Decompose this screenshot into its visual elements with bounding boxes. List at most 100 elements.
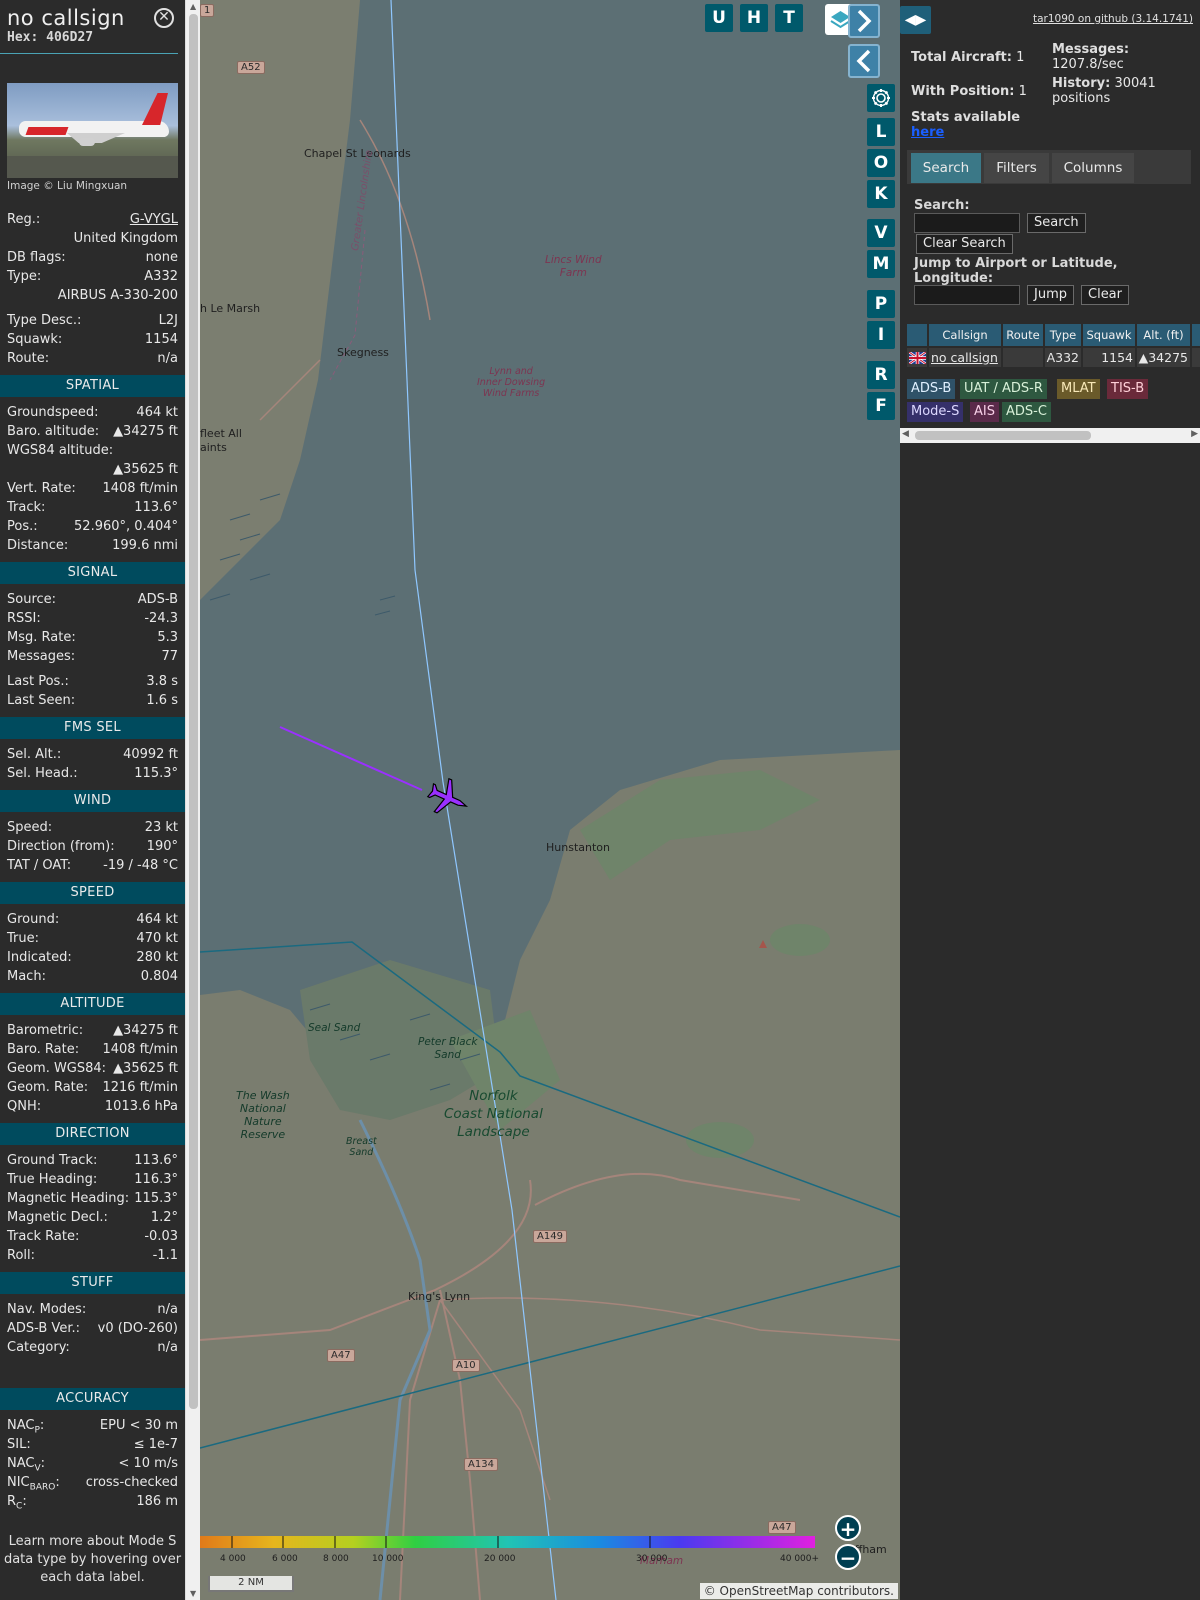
table-header-callsign[interactable]: Callsign [929, 324, 1001, 346]
toggle-button-o[interactable]: O [867, 149, 895, 177]
toggle-button-h[interactable]: H [740, 4, 768, 32]
source-badge-adsb[interactable]: ADS-B [907, 379, 956, 399]
info-row-baro-rate: Baro. Rate: 1408 ft/min [7, 1042, 178, 1057]
table-header-alt[interactable]: Alt. (ft) [1137, 324, 1190, 346]
clear-jump-button[interactable]: Clear [1081, 285, 1129, 305]
info-row-true-heading: True Heading: 116.3° [7, 1172, 178, 1187]
expand-sidebar-button[interactable] [848, 4, 880, 38]
info-panel-scrollbar[interactable]: ▲ ▼ [185, 0, 200, 1600]
source-badge-modes[interactable]: Mode-S [907, 402, 964, 422]
toggle-button-u[interactable]: U [705, 4, 733, 32]
table-row-flag[interactable] [907, 348, 927, 367]
gear-icon[interactable] [867, 84, 895, 112]
toggle-button-f[interactable]: F [867, 392, 895, 420]
search-input[interactable] [914, 213, 1020, 233]
source-badge-uat[interactable]: UAT / ADS-R [960, 379, 1047, 399]
tab-search[interactable]: Search [911, 153, 981, 183]
toggle-button-r[interactable]: R [867, 361, 895, 389]
toggle-button-l[interactable]: L [867, 118, 895, 146]
info-row-barometric: Barometric: ▲34275 ft [7, 1023, 178, 1038]
fms-rows: Sel. Alt.: 40992 ft Sel. Head.: 115.3° [0, 745, 185, 783]
map-label-fleet: fleet All aints [200, 427, 242, 454]
info-row-baro-alt: Baro. altitude: ▲34275 ft [7, 424, 178, 439]
toggle-split-button[interactable]: ◀▶ [900, 6, 931, 34]
scroll-right-icon[interactable]: ▶ [1191, 429, 1198, 439]
toggle-button-i[interactable]: I [867, 321, 895, 349]
search-button[interactable]: Search [1027, 213, 1086, 233]
table-row-route[interactable] [1003, 348, 1043, 367]
map-label-le-marsh: h Le Marsh [200, 302, 261, 315]
github-link[interactable]: tar1090 on github (3.14.1741) [1033, 13, 1193, 25]
info-row-distance: Distance: 199.6 nmi [7, 538, 178, 553]
table-row-type[interactable]: A332 [1045, 348, 1081, 367]
info-row-geom-rate: Geom. Rate: 1216 ft/min [7, 1080, 178, 1095]
info-row-wgs84-label: WGS84 altitude: [7, 443, 114, 458]
jump-input[interactable] [914, 285, 1020, 305]
toggle-button-m[interactable]: M [867, 250, 895, 278]
info-row-track-rate: Track Rate: -0.03 [7, 1229, 178, 1244]
wind-rows: Speed: 23 kt Direction (from): 190° TAT / … [0, 818, 185, 875]
stats-link-wrap[interactable]: here [911, 125, 944, 140]
zoom-out-button[interactable]: − [835, 1544, 861, 1570]
altitude-color-legend [200, 1536, 815, 1548]
scroll-left-icon[interactable]: ◀ [902, 429, 909, 439]
table-row-squawk[interactable]: 1154 [1083, 348, 1135, 367]
source-badge-adsc[interactable]: ADS-C [1002, 402, 1051, 422]
info-row-pos: Pos.: 52.960°, 0.404° [7, 519, 178, 534]
h-scrollbar-thumb[interactable] [915, 431, 1091, 440]
map-attribution: © OpenStreetMap contributors. [699, 1583, 898, 1599]
section-speed: SPEED [0, 882, 185, 904]
close-info-button[interactable]: ✕ [154, 8, 174, 28]
zoom-in-button[interactable]: + [835, 1515, 861, 1541]
sidebar-tabs: Search Filters Columns [907, 150, 1191, 184]
close-icon[interactable]: ✕ [158, 9, 170, 25]
table-horizontal-scrollbar[interactable]: ◀ ▶ [900, 428, 1200, 443]
collapse-sidebar-button[interactable] [848, 44, 880, 78]
info-header: no callsign Hex: 406D27 ✕ [0, 0, 178, 54]
info-row-nacv: NACV: < 10 m/s [7, 1456, 178, 1474]
table-header-more[interactable] [1192, 324, 1200, 346]
learn-more-text: Learn more about Mode S data type by hov… [3, 1534, 182, 1585]
toggle-button-v[interactable]: V [867, 219, 895, 247]
table-row-more[interactable] [1192, 348, 1200, 367]
source-badge-tisb[interactable]: TIS-B [1107, 379, 1149, 399]
section-spatial: SPATIAL [0, 375, 185, 397]
scroll-down-icon[interactable]: ▼ [190, 1589, 196, 1598]
clear-search-button[interactable]: Clear Search [916, 234, 1013, 254]
toggle-button-p[interactable]: P [867, 290, 895, 318]
source-badge-mlat[interactable]: MLAT [1057, 379, 1100, 399]
table-row-alt[interactable]: ▲34275 [1137, 348, 1190, 367]
toggle-button-k[interactable]: K [867, 180, 895, 208]
source-badge-ais[interactable]: AIS [970, 402, 999, 422]
aircraft-photo[interactable] [7, 83, 178, 178]
table-header-squawk[interactable]: Squawk [1083, 324, 1135, 346]
settings-button[interactable] [867, 84, 895, 112]
selected-callsign: no callsign [7, 6, 125, 30]
split-arrows-icon[interactable]: ◀▶ [905, 12, 927, 28]
scroll-up-icon[interactable]: ▲ [190, 2, 196, 11]
map-label-wash-reserve: The Wash National Nature Reserve [236, 1089, 290, 1141]
chevron-right-icon[interactable] [850, 6, 878, 36]
registration-link[interactable]: G-VYGL [130, 212, 178, 227]
table-header-type[interactable]: Type [1045, 324, 1081, 346]
callsign-link[interactable]: no callsign [931, 350, 998, 365]
info-row-wind-speed: Speed: 23 kt [7, 820, 178, 835]
photo-engine [79, 138, 95, 146]
chevron-left-icon[interactable] [850, 46, 878, 76]
info-row-tat-oat: TAT / OAT: -19 / -48 °C [7, 858, 178, 873]
tab-columns[interactable]: Columns [1052, 153, 1134, 183]
toggle-button-t[interactable]: T [775, 4, 803, 32]
table-header-route[interactable]: Route [1003, 324, 1043, 346]
stats-link[interactable]: here [911, 125, 944, 140]
info-row-rssi: RSSI: -24.3 [7, 611, 178, 626]
road-shield-a149: A149 [533, 1230, 567, 1243]
jump-button[interactable]: Jump [1027, 285, 1074, 305]
table-row-callsign[interactable]: no callsign [929, 348, 1001, 367]
section-wind: WIND [0, 790, 185, 812]
tab-filters[interactable]: Filters [984, 153, 1049, 183]
alt-scale-tick: 4 000 [220, 1554, 246, 1564]
info-row-mag-heading: Magnetic Heading: 115.3° [7, 1191, 178, 1206]
map-view[interactable]: Chapel St Leonards h Le Marsh Skegness f… [200, 0, 900, 1600]
photo-wing [67, 133, 125, 143]
scrollbar-thumb[interactable] [189, 14, 198, 1409]
